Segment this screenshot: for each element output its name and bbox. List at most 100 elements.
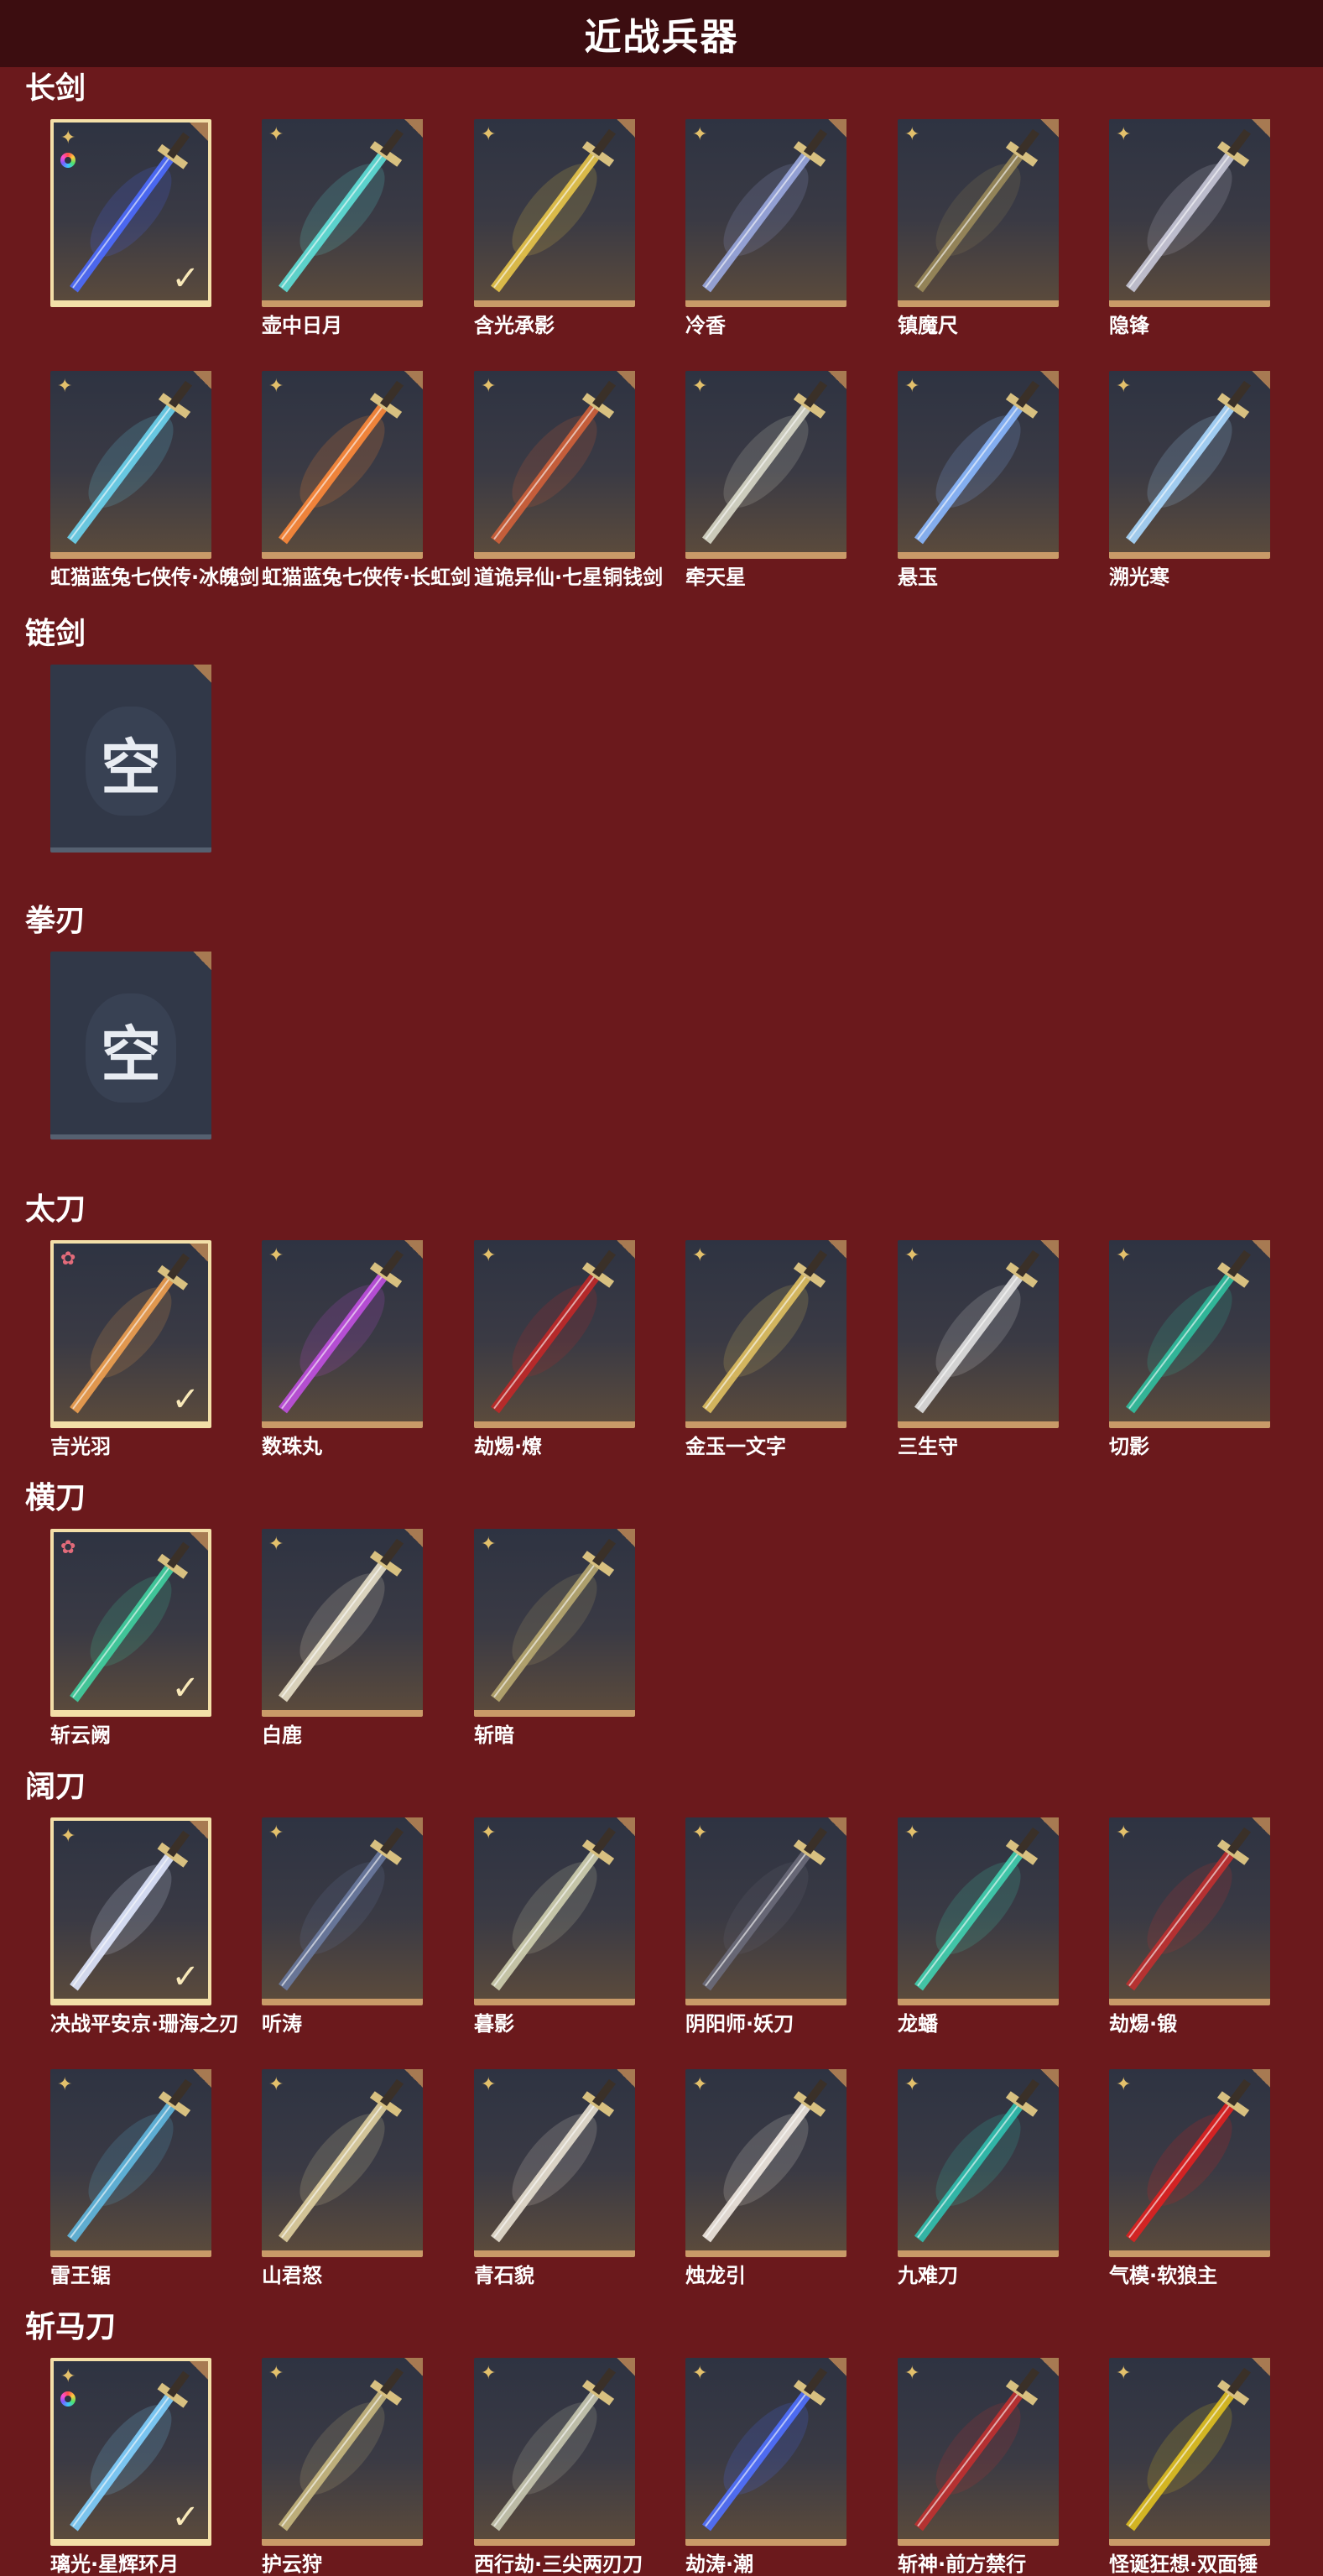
corner-tab-icon	[617, 1817, 635, 1836]
weapon-card[interactable]: ✦	[474, 371, 635, 559]
weapon-card[interactable]: ✦	[1109, 1817, 1270, 2005]
weapon-image	[1109, 2069, 1270, 2250]
weapon-name: 斩暗	[474, 1723, 514, 1747]
weapon-card[interactable]: ✦	[1109, 2069, 1270, 2257]
gold-star-icon: ✦	[60, 128, 76, 149]
corner-tab-icon	[1252, 1240, 1270, 1259]
corner-tab-icon	[1252, 2358, 1270, 2376]
weapon-name: 决战平安京·珊海之刃	[50, 2012, 240, 2036]
weapon-card[interactable]: ✦	[474, 1240, 635, 1428]
weapon-name: 怪诞狂想·双面锤	[1109, 2553, 1258, 2576]
weapon-card[interactable]: ✦	[898, 371, 1059, 559]
weapon-card[interactable]: ✦	[1109, 119, 1270, 307]
page-title: 近战兵器	[584, 16, 739, 59]
weapon-image	[898, 1240, 1059, 1421]
weapon-card[interactable]: ✦	[1109, 2358, 1270, 2546]
weapon-card[interactable]: ✿ ✓	[50, 1240, 211, 1428]
weapon-card[interactable]: ✿ ✓	[50, 1529, 211, 1717]
weapon-card[interactable]: ✦	[685, 119, 846, 307]
corner-tab-icon	[828, 1817, 846, 1836]
weapon-name: 山君怒	[262, 2264, 322, 2287]
category-title: 拳刃	[25, 904, 86, 938]
weapon-card[interactable]: ✦ ✓	[50, 1817, 211, 2005]
weapon-card[interactable]: ✦	[898, 2069, 1059, 2257]
corner-tab-icon	[190, 1821, 208, 1839]
weapon-name: 雷王锯	[50, 2264, 111, 2287]
corner-tab-icon	[193, 952, 211, 970]
weapon-card[interactable]: ✦ ✓	[50, 2358, 211, 2546]
weapon-card[interactable]: ✦	[262, 1817, 423, 2005]
corner-tab-icon	[1040, 371, 1059, 389]
equipped-check-icon: ✓	[171, 1958, 200, 1996]
weapon-card[interactable]: ✦	[474, 2069, 635, 2257]
weapon-card[interactable]: ✦	[474, 119, 635, 307]
weapon-name: 切影	[1109, 1435, 1149, 1458]
weapon-card[interactable]: ✦	[1109, 1240, 1270, 1428]
weapon-name: 劫焬·燎	[474, 1435, 543, 1458]
corner-tab-icon	[1040, 2069, 1059, 2088]
weapon-card[interactable]: ✦	[262, 1240, 423, 1428]
weapon-card[interactable]: ✦	[474, 1529, 635, 1717]
weapon-card[interactable]: ✦	[50, 371, 211, 559]
corner-tab-icon	[617, 2358, 635, 2376]
weapon-image	[474, 1529, 635, 1710]
corner-tab-icon	[190, 1244, 208, 1262]
weapon-card[interactable]: ✦	[50, 2069, 211, 2257]
corner-tab-icon	[617, 1240, 635, 1259]
weapon-name: 吉光羽	[50, 1435, 111, 1458]
weapon-card[interactable]: ✦	[898, 1817, 1059, 2005]
weapon-name: 烛龙引	[685, 2264, 746, 2287]
weapon-name: 斩神·前方禁行	[898, 2553, 1027, 2576]
weapon-name: 护云狩	[262, 2553, 322, 2576]
weapon-name: 阴阳师·妖刀	[685, 2012, 794, 2036]
gold-star-icon: ✦	[268, 1822, 284, 1843]
corner-tab-icon	[404, 119, 423, 138]
corner-tab-icon	[193, 2069, 211, 2088]
weapon-image	[50, 371, 211, 552]
gold-star-icon: ✦	[692, 1822, 708, 1843]
weapon-card[interactable]: ✦	[685, 371, 846, 559]
weapon-card[interactable]: ✦	[474, 1817, 635, 2005]
gold-star-icon: ✦	[481, 1822, 497, 1843]
weapon-card[interactable]: ✦	[898, 1240, 1059, 1428]
corner-tab-icon	[617, 1529, 635, 1547]
weapon-card[interactable]: ✦	[685, 2069, 846, 2257]
empty-slot[interactable]: 空	[50, 952, 211, 1139]
corner-tab-icon	[404, 1240, 423, 1259]
corner-tab-icon	[1040, 1240, 1059, 1259]
weapon-card[interactable]: ✦	[262, 119, 423, 307]
empty-slot[interactable]: 空	[50, 665, 211, 853]
weapon-card[interactable]: ✦	[474, 2358, 635, 2546]
weapon-card[interactable]: ✦	[685, 1817, 846, 2005]
gold-star-icon: ✦	[1116, 376, 1132, 397]
weapon-name: 道诡异仙·七星铜钱剑	[474, 566, 664, 589]
weapon-card[interactable]: ✦	[262, 1529, 423, 1717]
weapon-name: 三生守	[898, 1435, 958, 1458]
weapon-name: 镇魔尺	[898, 314, 958, 337]
weapon-card[interactable]: ✦	[262, 371, 423, 559]
corner-tab-icon	[1252, 371, 1270, 389]
weapon-card[interactable]: ✦ ✓	[50, 119, 211, 307]
weapon-image	[1109, 371, 1270, 552]
weapon-name: 隐锋	[1109, 314, 1149, 337]
weapon-card[interactable]: ✦	[898, 2358, 1059, 2546]
gold-star-icon: ✦	[692, 124, 708, 145]
corner-tab-icon	[617, 119, 635, 138]
gold-star-icon: ✦	[904, 2074, 920, 2095]
weapon-card[interactable]: ✦	[685, 2358, 846, 2546]
gold-star-icon: ✦	[1116, 1245, 1132, 1266]
corner-tab-icon	[193, 665, 211, 683]
weapon-name: 西行劫·三尖两刃刀	[474, 2553, 643, 2576]
weapon-card[interactable]: ✦	[262, 2358, 423, 2546]
weapon-name: 青石貌	[474, 2264, 534, 2287]
category-title: 阔刀	[25, 1770, 86, 1804]
weapon-card[interactable]: ✦	[685, 1240, 846, 1428]
gold-star-icon: ✦	[57, 376, 73, 397]
gold-star-icon: ✦	[481, 2074, 497, 2095]
corner-tab-icon	[404, 1529, 423, 1547]
weapon-card[interactable]: ✦	[898, 119, 1059, 307]
weapon-card[interactable]: ✦	[1109, 371, 1270, 559]
gold-star-icon: ✦	[57, 2074, 73, 2095]
gold-star-icon: ✦	[481, 376, 497, 397]
weapon-card[interactable]: ✦	[262, 2069, 423, 2257]
